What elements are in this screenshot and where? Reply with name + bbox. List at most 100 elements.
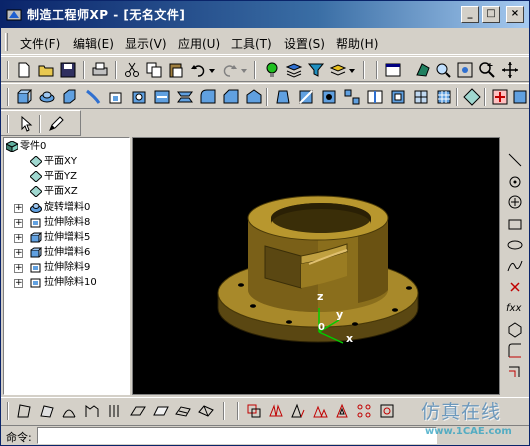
chamfer-tool-icon[interactable] bbox=[222, 88, 240, 106]
fillet-tool-icon[interactable] bbox=[199, 88, 217, 106]
tree-expander[interactable]: + bbox=[14, 234, 23, 243]
extrude-add-tool-icon[interactable] bbox=[15, 88, 33, 106]
point-tool-icon[interactable] bbox=[506, 173, 524, 191]
polygon-tool-icon[interactable] bbox=[506, 321, 524, 339]
revolve-add-tool-icon[interactable] bbox=[38, 88, 56, 106]
rotate-tool-icon[interactable] bbox=[289, 402, 307, 420]
rectangular-array-tool-icon[interactable] bbox=[355, 402, 373, 420]
pan-icon[interactable] bbox=[501, 61, 519, 79]
selection-toolbar-grip[interactable] bbox=[7, 115, 9, 133]
surface-tool-icon[interactable] bbox=[15, 402, 33, 420]
move-tool-icon[interactable] bbox=[245, 402, 263, 420]
tree-item-plane-xz[interactable]: 平面XZ bbox=[30, 185, 78, 199]
extrude-surface-tool-icon[interactable] bbox=[38, 402, 56, 420]
tree-item-revolve-0[interactable]: 旋转增料0 bbox=[30, 201, 90, 215]
tree-item-extrude-add-5[interactable]: 拉伸增料5 bbox=[30, 231, 90, 245]
feature-toolbar-grip[interactable] bbox=[7, 88, 9, 106]
revolve-cut-tool-icon[interactable] bbox=[130, 88, 148, 106]
boolean-tool-icon[interactable] bbox=[491, 88, 509, 106]
mesh-surface-tool-icon[interactable] bbox=[174, 402, 192, 420]
command-input[interactable] bbox=[37, 427, 437, 444]
point-x-tool-icon[interactable] bbox=[506, 278, 524, 296]
mirror-curve-tool-icon[interactable] bbox=[267, 402, 285, 420]
tree-root-part[interactable]: 零件0 bbox=[6, 140, 46, 154]
tree-expander[interactable]: + bbox=[14, 279, 23, 288]
shell-tool-icon[interactable] bbox=[245, 88, 263, 106]
copy-icon[interactable] bbox=[145, 61, 163, 79]
close-button[interactable]: × bbox=[506, 6, 524, 23]
circular-pattern-tool-icon[interactable] bbox=[389, 88, 407, 106]
zoom-extents-icon[interactable] bbox=[456, 61, 474, 79]
maximize-button[interactable]: □ bbox=[482, 6, 500, 23]
extrude-cut-tool-icon[interactable] bbox=[107, 88, 125, 106]
tree-expander[interactable]: + bbox=[14, 219, 23, 228]
undo-icon[interactable] bbox=[189, 61, 207, 79]
ellipse-tool-icon[interactable] bbox=[506, 236, 524, 254]
edit-toolbar-grip[interactable] bbox=[7, 402, 9, 420]
boundary-surface-tool-icon[interactable] bbox=[152, 402, 170, 420]
blend-surface-tool-icon[interactable] bbox=[197, 402, 215, 420]
new-file-icon[interactable] bbox=[15, 61, 33, 79]
hole-tool-icon[interactable] bbox=[320, 88, 338, 106]
cut-icon[interactable] bbox=[123, 61, 141, 79]
zoom-window-icon[interactable] bbox=[434, 61, 452, 79]
line-tool-icon[interactable] bbox=[506, 151, 524, 169]
window-view-icon[interactable] bbox=[384, 61, 402, 79]
array-tool-icon[interactable] bbox=[333, 402, 351, 420]
offset-tool-icon[interactable] bbox=[506, 363, 524, 381]
3d-viewport[interactable]: z y 0 x bbox=[132, 137, 500, 395]
revolve-surface-tool-icon[interactable] bbox=[60, 402, 78, 420]
tree-item-extrude-cut-10[interactable]: 拉伸除料10 bbox=[30, 276, 97, 290]
arc-tool-icon[interactable] bbox=[506, 342, 524, 360]
undo-dropdown-icon[interactable] bbox=[207, 61, 217, 79]
mirror-tool-icon[interactable] bbox=[366, 88, 384, 106]
title-bar[interactable]: 制造工程师XP - [无名文件] _ □ × bbox=[1, 1, 529, 28]
tree-item-plane-yz[interactable]: 平面YZ bbox=[30, 170, 77, 184]
layer-color-icon[interactable] bbox=[329, 61, 347, 79]
redo-icon[interactable] bbox=[221, 61, 239, 79]
redo-dropdown-icon[interactable] bbox=[239, 61, 249, 79]
menu-grip[interactable] bbox=[5, 33, 8, 51]
datum-plane-tool-icon[interactable] bbox=[463, 88, 481, 106]
scale-tool-icon[interactable] bbox=[311, 402, 329, 420]
layers-icon[interactable] bbox=[285, 61, 303, 79]
feature-tree[interactable]: 零件0 平面XY 平面YZ 平面XZ + 旋转增料0 + 拉伸除料8 + 拉伸增… bbox=[3, 137, 130, 395]
toolbar-grip[interactable] bbox=[7, 61, 9, 79]
paste-icon[interactable] bbox=[167, 61, 185, 79]
light-bulb-icon[interactable] bbox=[263, 61, 281, 79]
menu-tools[interactable]: 工具(T) bbox=[231, 35, 272, 52]
menu-help[interactable]: 帮助(H) bbox=[336, 35, 378, 52]
tree-item-extrude-cut-9[interactable]: 拉伸除料9 bbox=[30, 261, 90, 275]
menu-settings[interactable]: 设置(S) bbox=[284, 35, 325, 52]
sweep-surface-tool-icon[interactable] bbox=[83, 402, 101, 420]
tree-item-extrude-add-6[interactable]: 拉伸增料6 bbox=[30, 246, 90, 260]
minimize-button[interactable]: _ bbox=[461, 6, 479, 23]
layer-dropdown-icon[interactable] bbox=[347, 61, 357, 79]
menu-application[interactable]: 应用(U) bbox=[178, 35, 220, 52]
ruled-surface-tool-icon[interactable] bbox=[106, 402, 124, 420]
menu-view[interactable]: 显示(V) bbox=[125, 35, 167, 52]
draft-tool-icon[interactable] bbox=[274, 88, 292, 106]
copy-geometry-tool-icon[interactable] bbox=[378, 402, 396, 420]
tree-item-extrude-cut-8[interactable]: 拉伸除料8 bbox=[30, 216, 90, 230]
formula-curve-button[interactable]: fxx bbox=[506, 303, 524, 314]
tree-expander[interactable]: + bbox=[14, 249, 23, 258]
planar-surface-tool-icon[interactable] bbox=[129, 402, 147, 420]
tree-item-plane-xy[interactable]: 平面XY bbox=[30, 155, 77, 169]
open-folder-icon[interactable] bbox=[37, 61, 55, 79]
render-icon[interactable] bbox=[414, 61, 432, 79]
sketch-pencil-icon[interactable] bbox=[47, 115, 65, 133]
loft-cut-tool-icon[interactable] bbox=[176, 88, 194, 106]
filter-icon[interactable] bbox=[307, 61, 325, 79]
zoom-in-icon[interactable] bbox=[478, 61, 496, 79]
spline-tool-icon[interactable] bbox=[506, 257, 524, 275]
menu-file[interactable]: 文件(F) bbox=[20, 35, 60, 52]
rectangle-tool-icon[interactable] bbox=[506, 215, 524, 233]
print-icon[interactable] bbox=[91, 61, 109, 79]
rib-tool-icon[interactable] bbox=[297, 88, 315, 106]
import-part-tool-icon[interactable] bbox=[513, 88, 527, 106]
save-icon[interactable] bbox=[59, 61, 77, 79]
select-arrow-icon[interactable] bbox=[17, 115, 35, 133]
grid-tool-icon[interactable] bbox=[435, 88, 453, 106]
loft-add-tool-icon[interactable] bbox=[84, 88, 102, 106]
